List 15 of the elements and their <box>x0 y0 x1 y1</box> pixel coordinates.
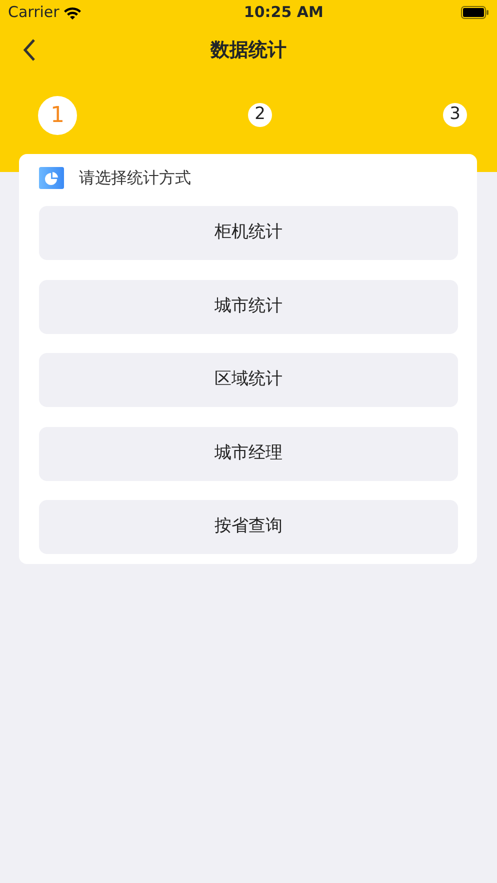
back-button[interactable] <box>22 37 36 62</box>
option-button[interactable]: 柜机统计 <box>39 206 458 260</box>
battery-icon <box>460 6 489 19</box>
carrier-label: Carrier <box>8 2 60 24</box>
option-button[interactable]: 按省查询 <box>39 500 458 554</box>
option-button[interactable]: 城市统计 <box>39 280 458 334</box>
wifi-icon <box>63 6 82 20</box>
clock-time: 10:25 AM <box>244 2 324 24</box>
section-heading: 请选择统计方式 <box>79 167 191 189</box>
option-button[interactable]: 城市经理 <box>39 426 458 480</box>
option-button[interactable]: 区域统计 <box>39 353 458 407</box>
step-indicator[interactable]: 3 <box>443 103 467 127</box>
step-indicator[interactable]: 2 <box>248 103 272 127</box>
page-title: 数据统计 <box>210 38 286 63</box>
pie-chart-icon <box>39 167 64 189</box>
